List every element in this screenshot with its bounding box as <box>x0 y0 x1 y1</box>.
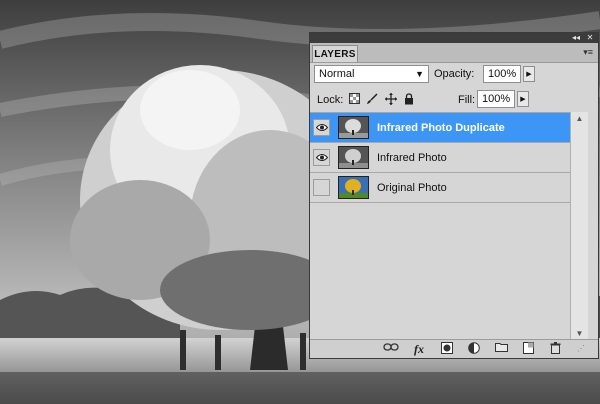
fx-icon[interactable]: fx <box>410 342 428 356</box>
lock-transparency-icon[interactable] <box>348 93 360 105</box>
layer-thumbnail <box>338 146 369 169</box>
visibility-toggle[interactable] <box>313 179 330 196</box>
chevron-down-icon: ▼ <box>415 69 424 79</box>
opacity-slider-button[interactable]: ▶ <box>523 66 535 82</box>
adjustment-layer-icon[interactable] <box>465 342 483 356</box>
lock-row: Lock: Fill: 100% ▶ <box>310 90 598 110</box>
lock-all-padlock-icon[interactable] <box>403 93 415 105</box>
panel-title-bar[interactable]: ◂◂ ✕ <box>310 33 598 43</box>
collapse-icon[interactable]: ◂◂ <box>570 33 582 43</box>
layers-list: Infrared Photo Duplicate Infrared Photo … <box>310 112 588 342</box>
layer-thumbnail <box>338 176 369 199</box>
opacity-label: Opacity: <box>434 68 475 80</box>
new-group-folder-icon[interactable] <box>492 342 510 356</box>
visibility-toggle[interactable] <box>313 149 330 166</box>
lock-pixels-brush-icon[interactable] <box>366 93 378 105</box>
new-layer-icon[interactable] <box>519 342 537 356</box>
layer-mask-icon[interactable] <box>438 342 456 356</box>
layer-row-infrared-photo-duplicate[interactable]: Infrared Photo Duplicate <box>310 113 570 143</box>
tab-layers[interactable]: LAYERS <box>312 45 358 62</box>
fill-field[interactable]: 100% <box>477 90 515 108</box>
lock-label: Lock: <box>317 94 344 106</box>
layer-name: Infrared Photo <box>377 152 447 164</box>
eye-icon <box>316 124 328 131</box>
opacity-field[interactable]: 100% <box>483 65 521 83</box>
layer-name: Infrared Photo Duplicate <box>377 122 505 134</box>
layer-name: Original Photo <box>377 182 447 194</box>
eye-icon <box>316 154 328 161</box>
blend-row: Normal ▼ Opacity: 100% ▶ <box>310 64 598 86</box>
layer-row-original-photo[interactable]: Original Photo <box>310 173 570 203</box>
visibility-toggle[interactable] <box>313 119 330 136</box>
delete-layer-trash-icon[interactable] <box>546 342 564 356</box>
link-layers-icon[interactable] <box>382 342 400 356</box>
panel-tab-row: LAYERS ▾≡ <box>310 43 598 63</box>
close-icon[interactable]: ✕ <box>584 33 596 43</box>
layers-scrollbar[interactable]: ▲ ▼ <box>570 112 588 341</box>
scroll-up-icon[interactable]: ▲ <box>571 112 588 126</box>
lock-position-move-icon[interactable] <box>385 93 397 105</box>
blend-mode-select[interactable]: Normal ▼ <box>314 65 429 83</box>
panel-menu-icon[interactable]: ▾≡ <box>583 47 593 58</box>
layers-panel: ◂◂ ✕ LAYERS ▾≡ Normal ▼ Opacity: 100% ▶ … <box>309 32 599 359</box>
layer-row-infrared-photo[interactable]: Infrared Photo <box>310 143 570 173</box>
fill-label: Fill: <box>458 94 476 106</box>
layers-bottom-toolbar: fx ⋰ <box>310 339 598 358</box>
blend-mode-value: Normal <box>319 68 355 80</box>
layer-thumbnail <box>338 116 369 139</box>
fill-slider-button[interactable]: ▶ <box>517 91 529 107</box>
resize-grip-icon[interactable]: ⋰ <box>572 342 590 356</box>
